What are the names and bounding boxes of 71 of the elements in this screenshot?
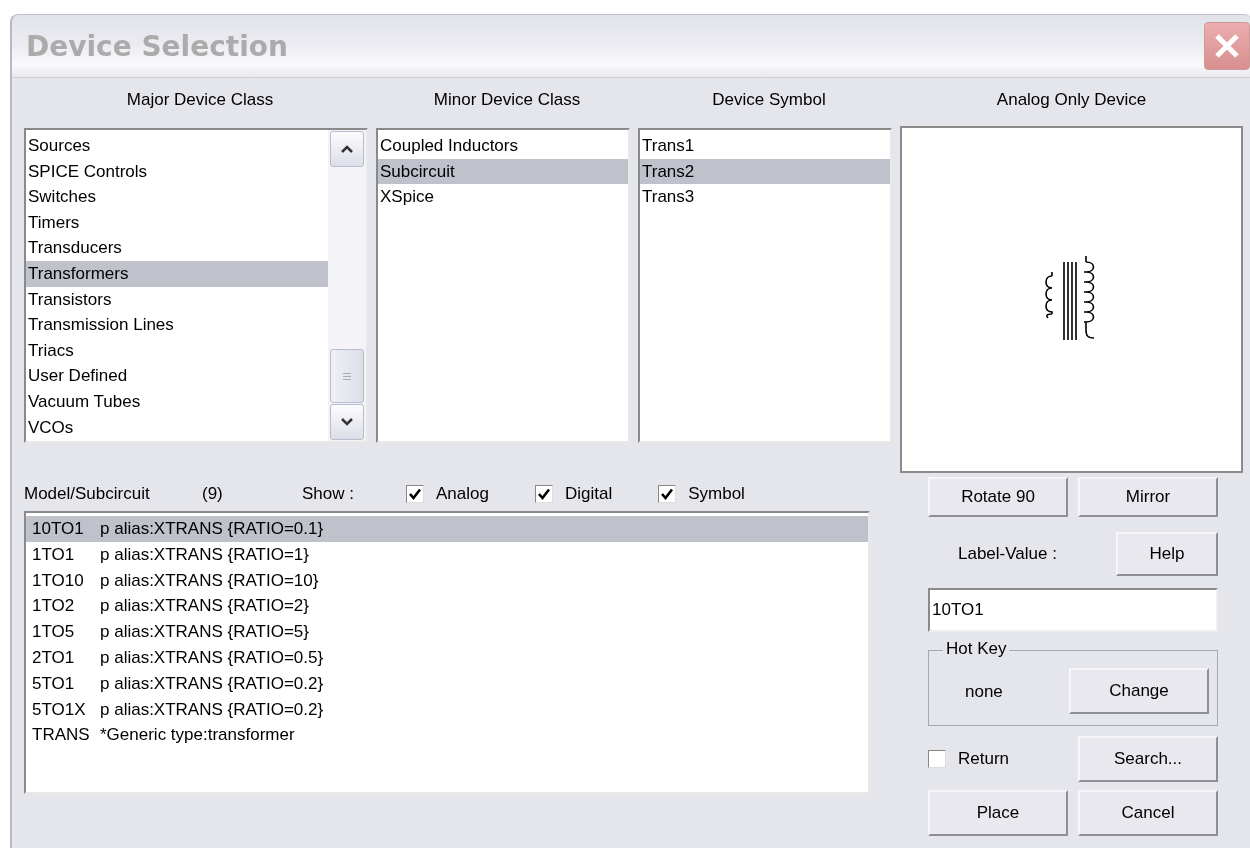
model-name[interactable]: 10TO1 [32, 516, 100, 542]
model-description: p alias:XTRANS {RATIO=2} [100, 595, 309, 618]
list-item[interactable]: Subcircuit [378, 158, 628, 185]
show-label: Show : [302, 484, 355, 504]
list-item[interactable]: Trans1 [640, 133, 890, 159]
model-name[interactable]: 1TO5 [32, 619, 100, 645]
model-count: (9) [202, 484, 224, 504]
grip-icon [342, 371, 352, 381]
scrollbar[interactable] [328, 130, 366, 441]
check-icon [408, 487, 422, 501]
list-item[interactable]: Transducers [26, 235, 328, 261]
model-name[interactable]: TRANS [32, 722, 100, 749]
list-item[interactable]: SPICE Controls [26, 158, 328, 185]
model-description: *Generic type:transformer [100, 724, 295, 747]
model-name[interactable]: 5TO1 [32, 670, 100, 697]
search-button[interactable]: Search... [1078, 736, 1218, 782]
list-item[interactable]: Trans3 [640, 184, 890, 210]
model-name[interactable]: 1TO10 [32, 567, 100, 594]
mirror-button[interactable]: Mirror [1078, 477, 1218, 517]
model-name[interactable]: 1TO2 [32, 593, 100, 620]
model-description: p alias:XTRANS {RATIO=10} [100, 569, 319, 592]
label-value-label: Label-Value : [958, 544, 1057, 564]
label-value-field[interactable]: 10TO1 [928, 588, 1218, 632]
model-name[interactable]: 2TO1 [32, 645, 100, 671]
list-item[interactable]: Trans2 [640, 158, 890, 185]
model-description: p alias:XTRANS {RATIO=0.2} [100, 698, 324, 721]
change-button[interactable]: Change [1069, 668, 1209, 714]
help-button[interactable]: Help [1116, 532, 1218, 576]
scroll-up-button[interactable] [330, 131, 364, 167]
filter-checkbox[interactable]: Digital [534, 484, 613, 504]
model-description: p alias:XTRANS {RATIO=0.5} [100, 647, 324, 669]
list-item[interactable]: VCOs [26, 414, 328, 441]
check-icon [660, 487, 675, 501]
list-item[interactable]: Triacs [26, 337, 328, 364]
check-icon [536, 487, 551, 501]
close-button[interactable] [1204, 22, 1250, 70]
list-label: Model/Subcircuit [24, 484, 151, 504]
chevron-up-icon [340, 144, 354, 154]
hot-key-value: none [965, 682, 1003, 702]
place-button[interactable]: Place [928, 790, 1068, 836]
list-item[interactable]: User Defined [26, 363, 328, 389]
list-item[interactable]: Coupled Inductors [378, 133, 628, 159]
list-item[interactable]: XSpice [378, 184, 628, 210]
filter-checkbox[interactable]: Symbol [658, 484, 745, 504]
model-name[interactable]: 5TO1X [32, 696, 100, 723]
model-description: p alias:XTRANS {RATIO=1} [100, 543, 309, 566]
filter-checkbox[interactable]: Analog [406, 484, 489, 504]
model-description: p alias:XTRANS {RATIO=5} [100, 621, 309, 644]
column-heading: Device Symbol [712, 90, 826, 110]
list-item[interactable]: Transformers [26, 260, 328, 287]
selected-row[interactable]: 10TO1 p alias:XTRANS {RATIO=0.1} [26, 516, 868, 542]
scroll-down-button[interactable] [330, 404, 364, 440]
scroll-thumb[interactable] [330, 349, 364, 403]
return-checkbox[interactable]: Return [928, 749, 1010, 769]
window-title: Device Selection [26, 29, 288, 63]
list-item[interactable]: Sources [26, 133, 328, 159]
rotate-button[interactable]: Rotate 90 [928, 477, 1068, 517]
model-description: p alias:XTRANS {RATIO=0.2} [100, 672, 324, 695]
list-item[interactable]: Transistors [26, 286, 328, 313]
model-name[interactable]: 1TO1 [32, 541, 100, 568]
group-title: Hot Key [943, 639, 1010, 659]
model-description: p alias:XTRANS {RATIO=0.1} [100, 518, 324, 540]
column-heading: Analog Only Device [996, 90, 1147, 110]
chevron-down-icon [340, 417, 354, 427]
column-heading: Minor Device Class [433, 90, 581, 110]
list-item[interactable]: Transmission Lines [26, 312, 328, 338]
list-item[interactable]: Vacuum Tubes [26, 388, 328, 415]
list-item[interactable]: Timers [26, 209, 328, 236]
cancel-button[interactable]: Cancel [1078, 790, 1218, 836]
list-item[interactable]: Switches [26, 184, 328, 210]
column-heading: Major Device Class [126, 90, 274, 110]
